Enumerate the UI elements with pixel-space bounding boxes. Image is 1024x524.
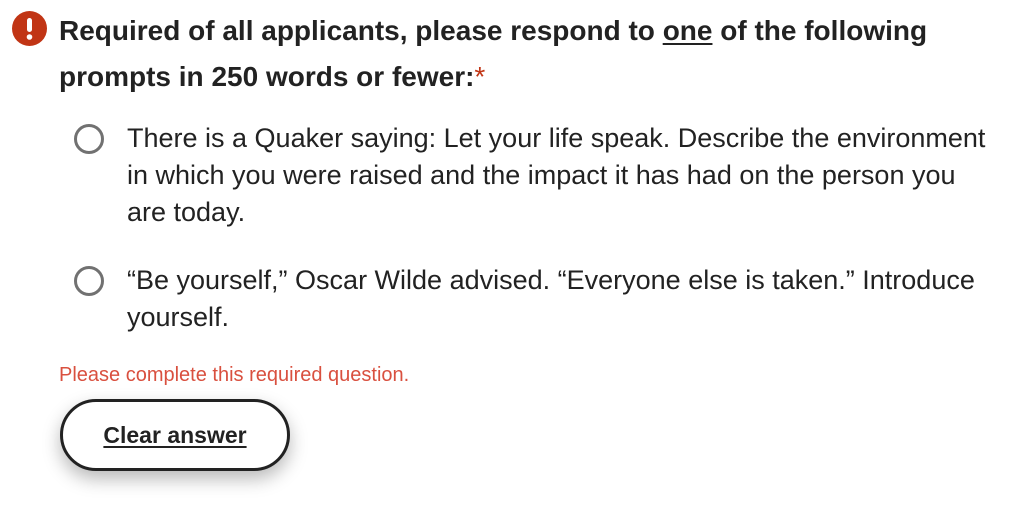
prompt-text-part1: Required of all applicants, please respo… [59, 15, 663, 46]
radio-option-label[interactable]: There is a Quaker saying: Let your life … [127, 120, 997, 231]
question-card: Required of all applicants, please respo… [0, 0, 1024, 524]
radio-button[interactable] [74, 124, 104, 154]
exclamation-circle-icon [12, 11, 47, 46]
prompt-emphasis-one: one [662, 15, 713, 46]
required-asterisk: * [474, 61, 486, 92]
radio-option-label[interactable]: “Be yourself,” Oscar Wilde advised. “Eve… [127, 262, 997, 336]
radio-button[interactable] [74, 266, 104, 296]
clear-answer-button[interactable]: Clear answer [60, 399, 290, 471]
question-prompt: Required of all applicants, please respo… [59, 8, 999, 100]
validation-error-message: Please complete this required question. [59, 364, 410, 386]
